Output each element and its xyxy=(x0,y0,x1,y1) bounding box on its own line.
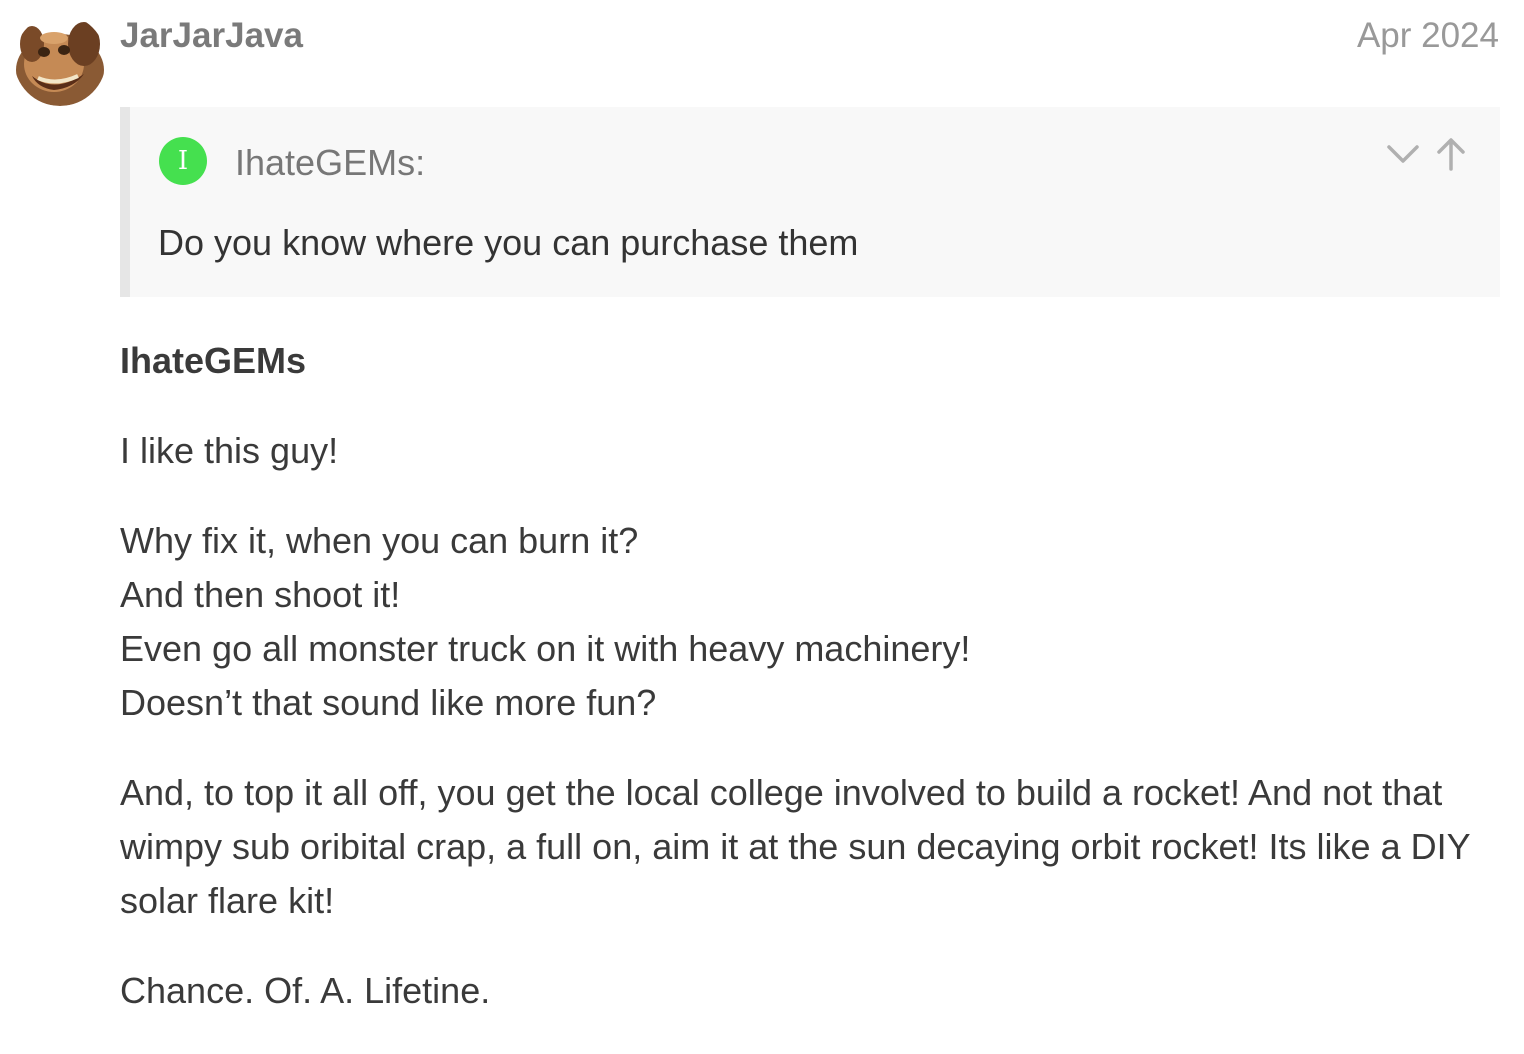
post-author[interactable]: JarJarJava xyxy=(120,16,303,56)
quote-author-avatar[interactable]: I xyxy=(159,137,207,185)
chevron-down-icon[interactable] xyxy=(1386,137,1420,171)
text-line: Why fix it, when you can burn it? xyxy=(120,520,639,561)
quote-text: Do you know where you can purchase them xyxy=(158,222,859,263)
mention[interactable]: IhateGEMs xyxy=(120,334,1500,388)
quote-controls xyxy=(1386,137,1468,171)
post-date[interactable]: Apr 2024 xyxy=(1357,16,1499,56)
quote-author: IhateGEMs: xyxy=(235,142,426,183)
text-line: Even go all monster truck on it with hea… xyxy=(120,628,971,669)
paragraph: Why fix it, when you can burn it? And th… xyxy=(120,514,1500,730)
paragraph: Chance. Of. A. Lifetine. xyxy=(120,970,491,1011)
user-avatar-icon xyxy=(14,14,106,106)
arrow-up-icon[interactable] xyxy=(1434,137,1468,171)
paragraph: I like this guy! xyxy=(120,430,339,471)
text-line: And then shoot it! xyxy=(120,574,401,615)
text-line: Doesn’t that sound like more fun? xyxy=(120,682,657,723)
paragraph: And, to top it all off, you get the loca… xyxy=(120,772,1470,921)
user-avatar[interactable] xyxy=(14,14,106,106)
quote-block: I IhateGEMs: Do you know where you can p… xyxy=(120,107,1500,297)
post-body: IhateGEMs I like this guy! Why fix it, w… xyxy=(120,334,1500,1054)
